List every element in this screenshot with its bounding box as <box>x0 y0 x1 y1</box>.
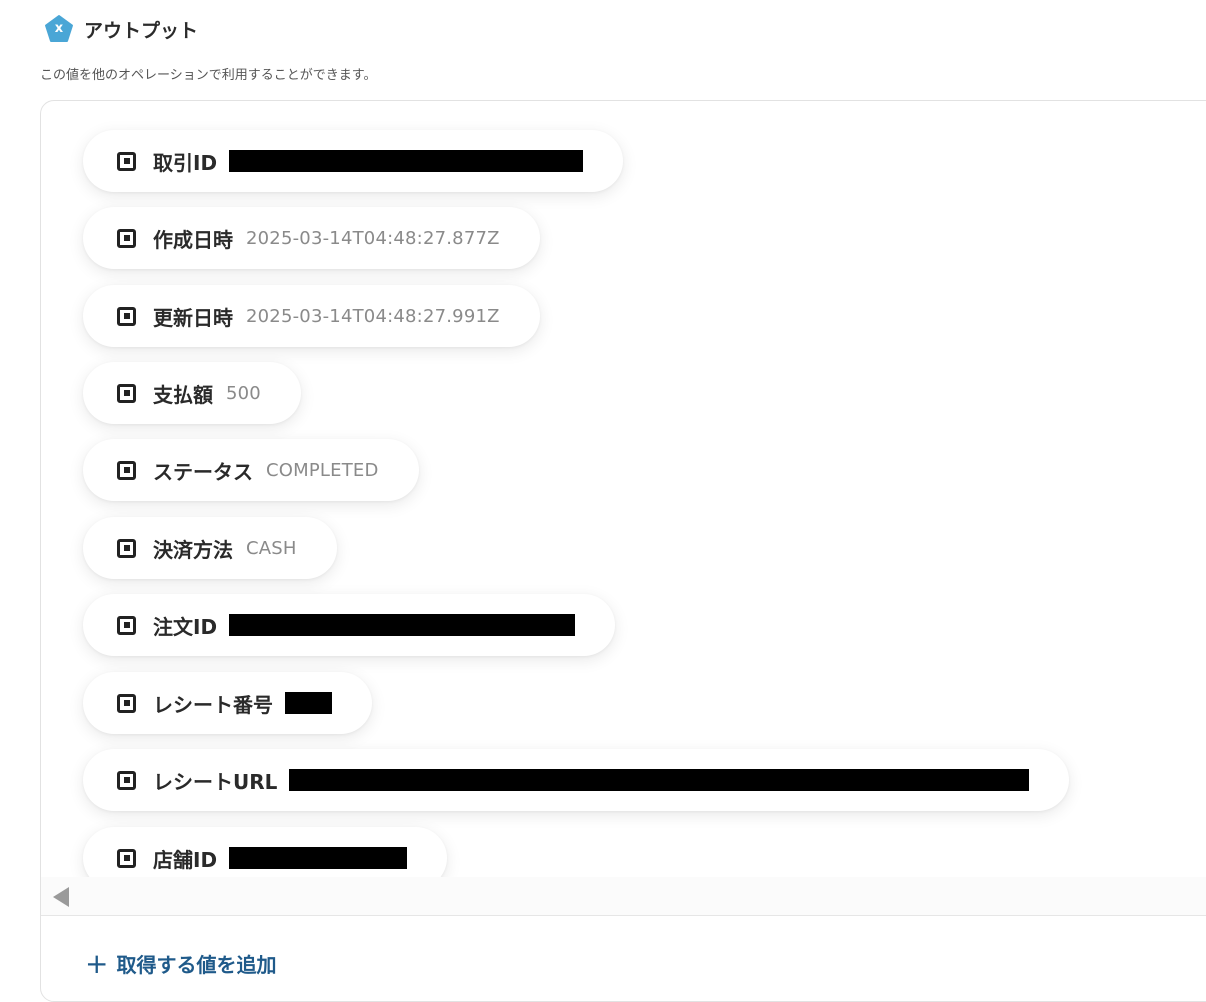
field-square-icon <box>117 228 136 248</box>
output-field-order-id[interactable]: 注文ID <box>83 594 616 656</box>
field-square-icon <box>117 151 136 171</box>
output-field-created-at[interactable]: 作成日時 2025-03-14T04:48:27.877Z <box>83 207 540 269</box>
output-field-receipt-number[interactable]: レシート番号 <box>83 672 372 734</box>
field-label: 店舗ID <box>153 847 218 872</box>
add-output-value-label: 取得する値を追加 <box>116 953 277 977</box>
redacted-value <box>285 692 332 714</box>
field-square-icon <box>117 383 136 403</box>
field-square-icon <box>117 848 136 868</box>
field-label: 決済方法 <box>153 537 233 562</box>
field-label: 注文ID <box>153 614 218 639</box>
section-description: この値を他のオペレーションで利用することができます。 <box>40 68 377 83</box>
output-field-list[interactable]: 取引ID 作成日時 2025-03-14T04:48:27.877Z 更新日時 … <box>41 101 1206 877</box>
field-square-icon <box>117 770 136 790</box>
field-label: 更新日時 <box>153 305 233 330</box>
scroll-left-arrow-icon[interactable] <box>53 887 69 907</box>
output-field-receipt-url[interactable]: レシートURL <box>83 749 1070 811</box>
field-value: 2025-03-14T04:48:27.877Z <box>246 227 500 249</box>
output-field-updated-at[interactable]: 更新日時 2025-03-14T04:48:27.991Z <box>83 285 540 347</box>
horizontal-scrollbar[interactable] <box>41 877 1206 916</box>
field-value: 2025-03-14T04:48:27.991Z <box>246 305 500 327</box>
section-title: アウトプット <box>84 19 199 42</box>
field-value: CASH <box>246 537 297 559</box>
output-header: x アウトプット <box>44 14 198 44</box>
output-field-store-id[interactable]: 店舗ID <box>83 827 448 877</box>
field-square-icon <box>117 693 136 713</box>
output-field-payment-method[interactable]: 決済方法 CASH <box>83 517 337 579</box>
redacted-value <box>229 847 408 869</box>
pentagon-badge-icon: x <box>44 14 74 44</box>
field-label: 取引ID <box>153 150 218 175</box>
field-square-icon <box>117 460 136 480</box>
redacted-value <box>229 614 576 636</box>
field-value: 500 <box>226 382 261 404</box>
output-field-status[interactable]: ステータス COMPLETED <box>83 439 419 501</box>
output-field-transaction-id[interactable]: 取引ID <box>83 130 624 192</box>
field-square-icon <box>117 538 136 558</box>
field-label: 作成日時 <box>153 227 233 252</box>
output-field-amount[interactable]: 支払額 500 <box>83 362 301 424</box>
redacted-value <box>229 150 584 172</box>
redacted-value <box>289 769 1030 791</box>
field-square-icon <box>117 615 136 635</box>
field-label: レシートURL <box>153 769 278 794</box>
field-label: 支払額 <box>153 382 213 407</box>
add-output-value-button[interactable]: + 取得する値を追加 <box>85 949 276 978</box>
field-value: COMPLETED <box>266 459 379 481</box>
output-panel: 取引ID 作成日時 2025-03-14T04:48:27.877Z 更新日時 … <box>40 100 1206 1002</box>
plus-icon: + <box>85 946 109 980</box>
field-label: レシート番号 <box>153 692 273 717</box>
field-label: ステータス <box>153 459 253 484</box>
badge-letter: x <box>54 21 64 36</box>
field-square-icon <box>117 306 136 326</box>
